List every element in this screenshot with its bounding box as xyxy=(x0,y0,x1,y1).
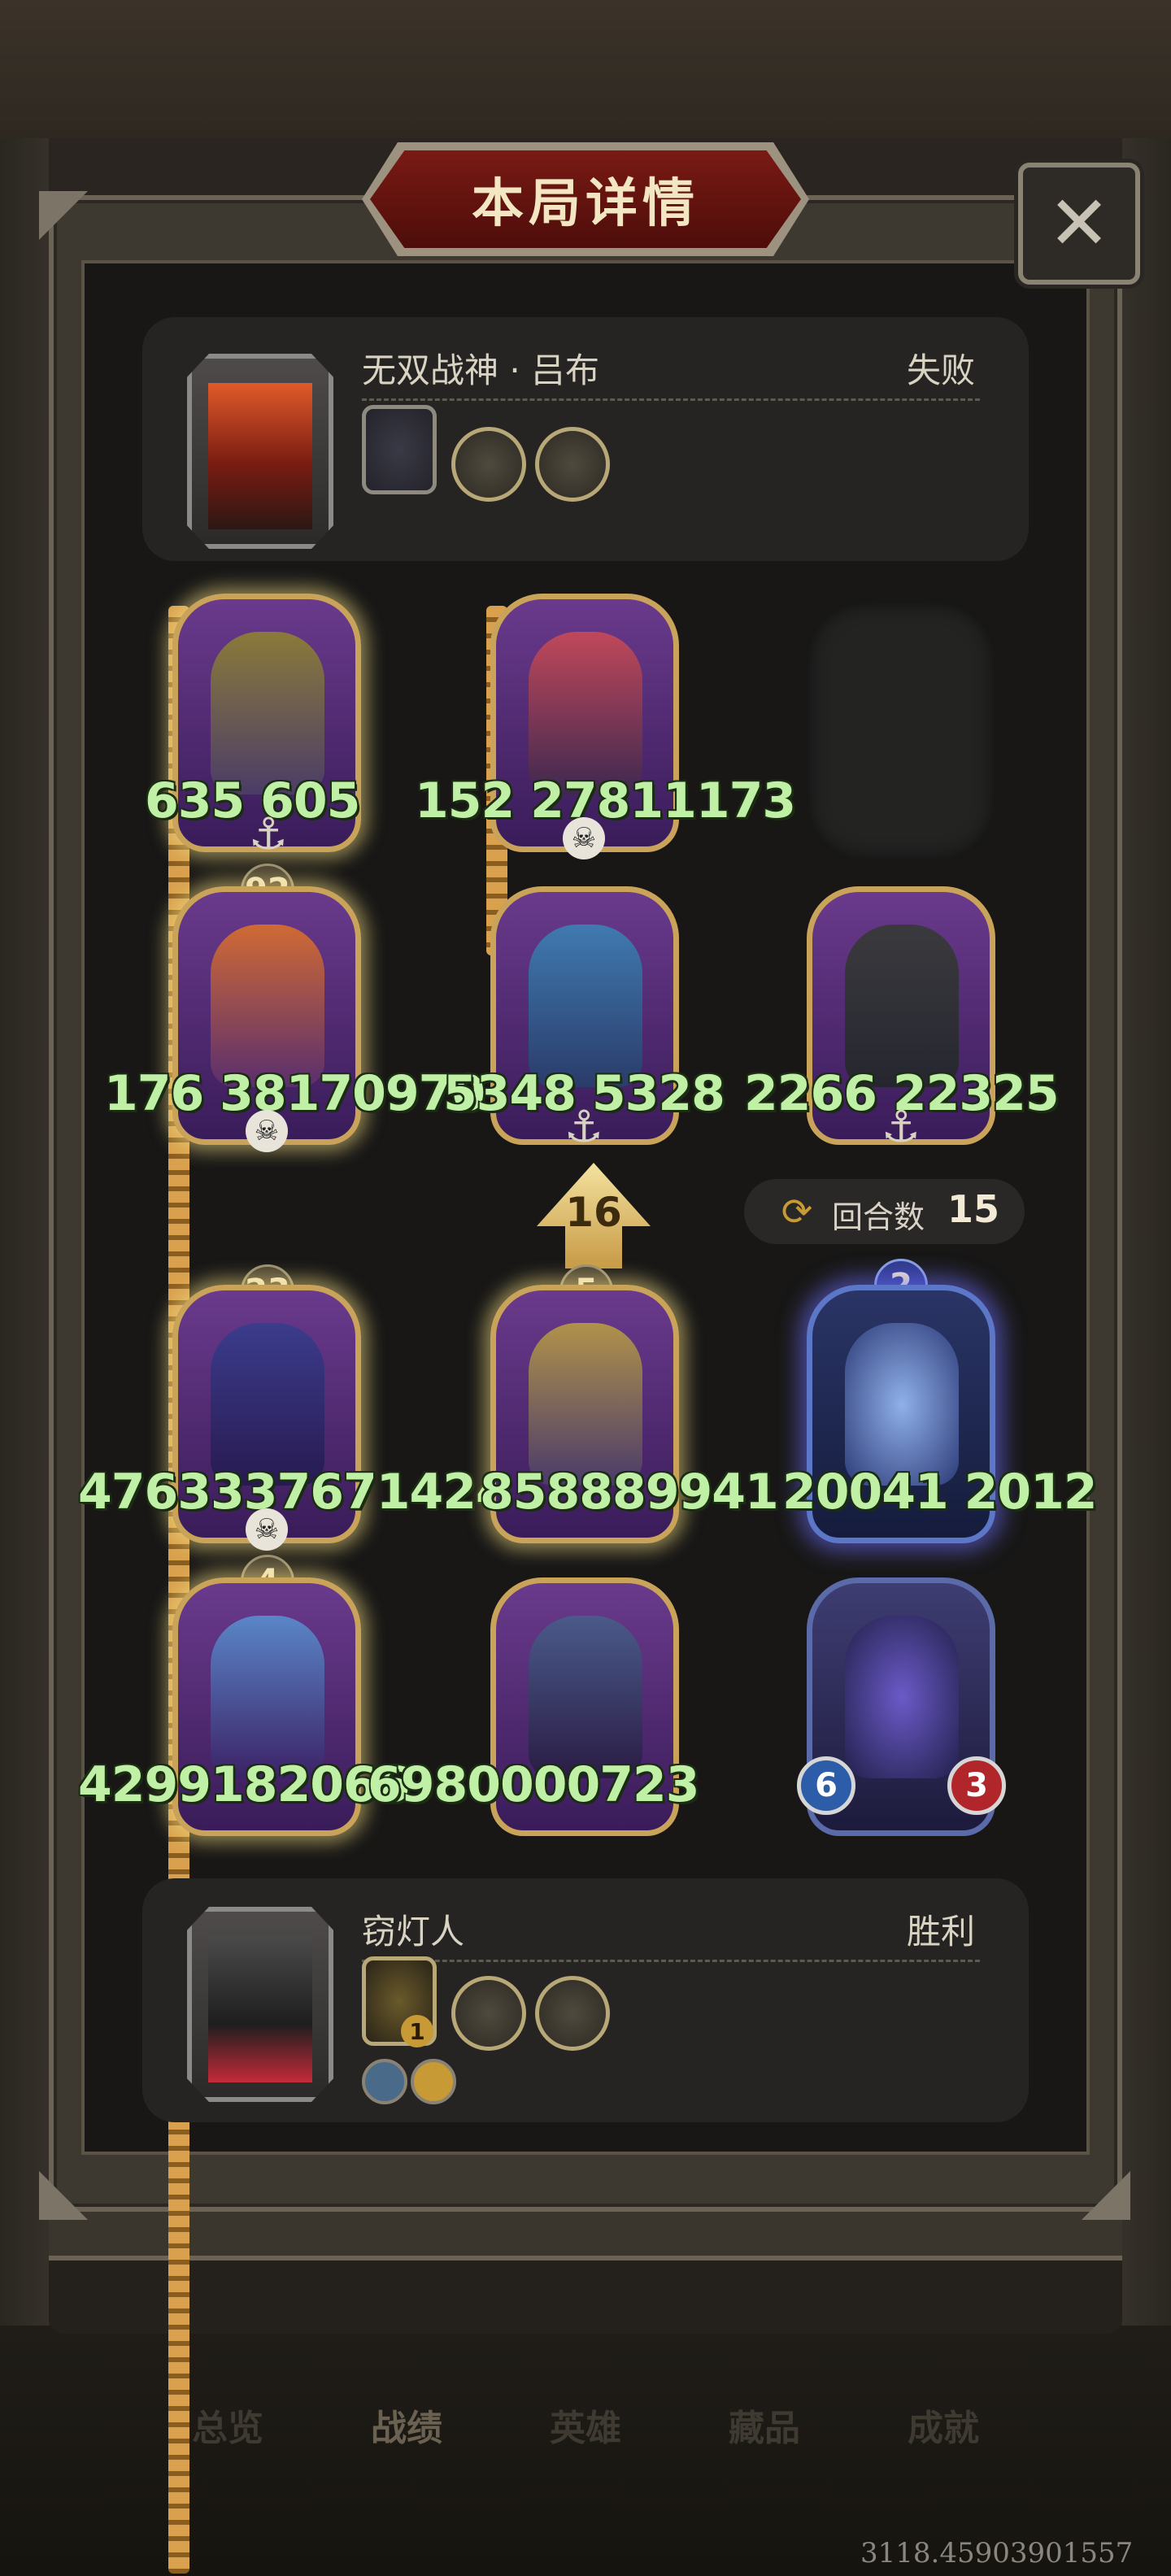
chain-decoration xyxy=(168,606,189,2574)
divider xyxy=(362,398,980,401)
hero-portrait-icon xyxy=(208,383,312,529)
unit-stats: 6980000723 xyxy=(368,1756,699,1813)
sorceress-portrait-icon xyxy=(211,1616,324,1778)
player-name: 窃灯人 xyxy=(362,1912,465,1952)
empty-unit-slot[interactable] xyxy=(807,602,995,860)
opponent-avatar[interactable] xyxy=(187,354,333,549)
elf-portrait-icon xyxy=(529,1616,642,1778)
chest-portrait-icon xyxy=(845,925,959,1087)
hero-portrait-icon xyxy=(208,1936,312,2082)
opponent-name: 无双战神 · 吕布 xyxy=(362,350,600,390)
unit-stats: 152 27811173 xyxy=(415,772,796,829)
shield-buff-icon[interactable] xyxy=(362,2059,407,2104)
refresh-arrows-icon: ⟳ xyxy=(781,1190,813,1234)
unit-stats: 4299182066 xyxy=(78,1756,410,1813)
close-icon: ✕ xyxy=(1047,180,1111,267)
left-background xyxy=(0,138,49,2334)
skull-icon: ☠ xyxy=(246,1110,288,1152)
king-portrait-icon xyxy=(529,1323,642,1486)
nav-tab-records[interactable]: 战绩 xyxy=(350,2399,464,2451)
close-button[interactable]: ✕ xyxy=(1018,163,1140,285)
anchor-icon: ⚓ xyxy=(564,1100,604,1152)
player-card: 窃灯人 胜利 1 xyxy=(142,1878,1029,2122)
nav-tab-collection[interactable]: 藏品 xyxy=(707,2399,821,2451)
wizard-hat-icon xyxy=(211,632,324,794)
round-value: 15 xyxy=(947,1187,1000,1231)
nav-tab-achievements[interactable]: 成就 xyxy=(886,2399,1000,2451)
relic-level-badge: 1 xyxy=(401,2015,433,2047)
opponent-result: 失败 xyxy=(907,350,976,390)
attack-stat: 6 xyxy=(797,1756,855,1815)
scroll-item-icon[interactable] xyxy=(451,427,526,502)
anchor-icon: ⚓ xyxy=(248,807,289,859)
page-title: 本局详情 xyxy=(472,174,699,234)
trident-relic-icon[interactable] xyxy=(362,405,437,494)
panel-shadow xyxy=(49,2261,1122,2334)
pirate-portrait-icon xyxy=(529,632,642,794)
player-avatar[interactable] xyxy=(187,1907,333,2102)
unit-stats: 858889941 xyxy=(480,1464,779,1521)
hammer-item-icon[interactable] xyxy=(535,1976,610,2051)
scythe-item-icon[interactable] xyxy=(451,1976,526,2051)
level-up-value: 16 xyxy=(565,1189,622,1236)
archer-portrait-icon xyxy=(211,925,324,1087)
coordinate-readout: 3118.45903901557 xyxy=(860,2537,1134,2569)
bull-portrait-icon xyxy=(845,1616,959,1778)
top-background xyxy=(0,0,1171,138)
round-label: 回合数 xyxy=(832,1199,925,1235)
nav-tab-heroes[interactable]: 英雄 xyxy=(529,2399,642,2451)
opponent-card: 无双战神 · 吕布 失败 xyxy=(142,317,1029,561)
potion-item-icon[interactable] xyxy=(535,427,610,502)
unit-stats: 176 38170970 xyxy=(104,1065,485,1122)
right-background xyxy=(1122,138,1171,2334)
frost-portrait-icon xyxy=(845,1323,959,1486)
skull-icon: ☠ xyxy=(563,817,605,859)
title-plaque: 本局详情 xyxy=(370,150,801,248)
anchor-icon: ⚓ xyxy=(881,1100,921,1152)
nav-tab-overview[interactable]: 总览 xyxy=(171,2399,285,2451)
skull-icon: ☠ xyxy=(246,1508,288,1551)
unit-stats: 4763337671424 xyxy=(78,1464,510,1521)
player-result: 胜利 xyxy=(907,1912,976,1952)
panel-bottom-bar xyxy=(49,2212,1122,2261)
round-counter: ⟳ 回合数 15 xyxy=(744,1179,1025,1244)
strength-buff-icon[interactable] xyxy=(411,2059,456,2104)
health-stat: 3 xyxy=(947,1756,1006,1815)
unit-stats: 20041 2012 xyxy=(782,1464,1098,1521)
mage-portrait-icon xyxy=(211,1323,324,1486)
goblin-portrait-icon xyxy=(529,925,642,1087)
divider xyxy=(362,1960,980,1962)
